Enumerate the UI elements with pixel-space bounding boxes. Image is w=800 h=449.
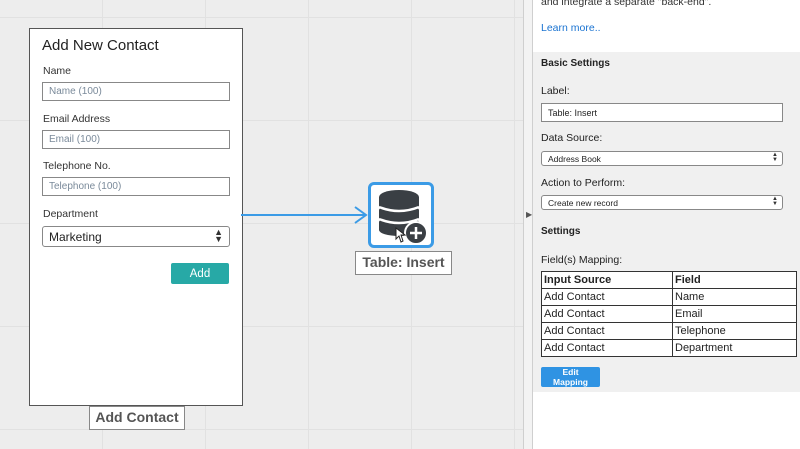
data-source-label: Data Source:: [541, 132, 603, 144]
action-value: Create new record: [548, 198, 618, 208]
department-select[interactable]: Marketing ▲ ▼: [42, 226, 230, 247]
learn-more-link[interactable]: Learn more..: [541, 22, 601, 34]
email-input[interactable]: [42, 130, 230, 149]
action-select[interactable]: Create new record ▲ ▼: [541, 195, 783, 210]
table-cell: Add Contact: [541, 322, 673, 340]
name-input[interactable]: [42, 82, 230, 101]
table-row: Add Contact Name: [541, 288, 797, 306]
database-plus-icon: [378, 190, 428, 245]
table-node-caption: Table: Insert: [355, 251, 452, 275]
telephone-label: Telephone No.: [43, 160, 111, 172]
table-row: Add Contact Telephone: [541, 322, 797, 340]
properties-panel: and integrate a separate "back-end". Lea…: [533, 0, 800, 449]
table-cell: Add Contact: [541, 288, 673, 306]
basic-settings-title: Basic Settings: [541, 58, 610, 69]
column-header: Field: [672, 271, 797, 289]
form-node-caption: Add Contact: [89, 406, 185, 430]
label-field-label: Label:: [541, 85, 570, 97]
select-arrows-icon: ▲ ▼: [772, 196, 778, 207]
table-cell: Add Contact: [541, 305, 673, 323]
intro-text: and integrate a separate "back-end".: [541, 0, 712, 8]
field-mapping-table: Input Source Field Add Contact Name Add …: [541, 271, 797, 357]
table-insert-node[interactable]: [368, 182, 434, 248]
workflow-canvas[interactable]: Add New Contact Name Email Address Telep…: [0, 0, 523, 449]
name-label: Name: [43, 65, 72, 77]
data-source-select[interactable]: Address Book ▲ ▼: [541, 151, 783, 166]
email-label: Email Address: [43, 113, 111, 125]
connector-arrow: [241, 206, 368, 224]
panel-intro: and integrate a separate "back-end". Lea…: [533, 0, 800, 52]
form-title: Add New Contact: [42, 37, 159, 54]
department-label: Department: [43, 208, 98, 220]
form-node[interactable]: Add New Contact Name Email Address Telep…: [29, 28, 243, 406]
table-cell: Telephone: [672, 322, 797, 340]
label-input[interactable]: Table: Insert: [541, 103, 783, 122]
select-arrows-icon: ▲ ▼: [214, 227, 223, 244]
select-arrows-icon: ▲ ▼: [772, 152, 778, 163]
department-value: Marketing: [49, 230, 102, 244]
table-cell: Department: [672, 339, 797, 357]
telephone-input[interactable]: [42, 177, 230, 196]
panel-splitter[interactable]: ▶: [523, 0, 533, 449]
data-source-value: Address Book: [548, 154, 601, 164]
table-header-row: Input Source Field: [541, 271, 797, 289]
table-row: Add Contact Email: [541, 305, 797, 323]
edit-mapping-button[interactable]: Edit Mapping: [541, 367, 600, 387]
table-cell: Add Contact: [541, 339, 673, 357]
table-cell: Email: [672, 305, 797, 323]
settings-title: Settings: [541, 226, 581, 237]
mapping-label: Field(s) Mapping:: [541, 254, 623, 266]
action-label: Action to Perform:: [541, 177, 626, 189]
table-row: Add Contact Department: [541, 339, 797, 357]
add-button[interactable]: Add: [171, 263, 229, 284]
table-cell: Name: [672, 288, 797, 306]
collapse-arrow-icon[interactable]: ▶: [526, 210, 532, 219]
column-header: Input Source: [541, 271, 673, 289]
